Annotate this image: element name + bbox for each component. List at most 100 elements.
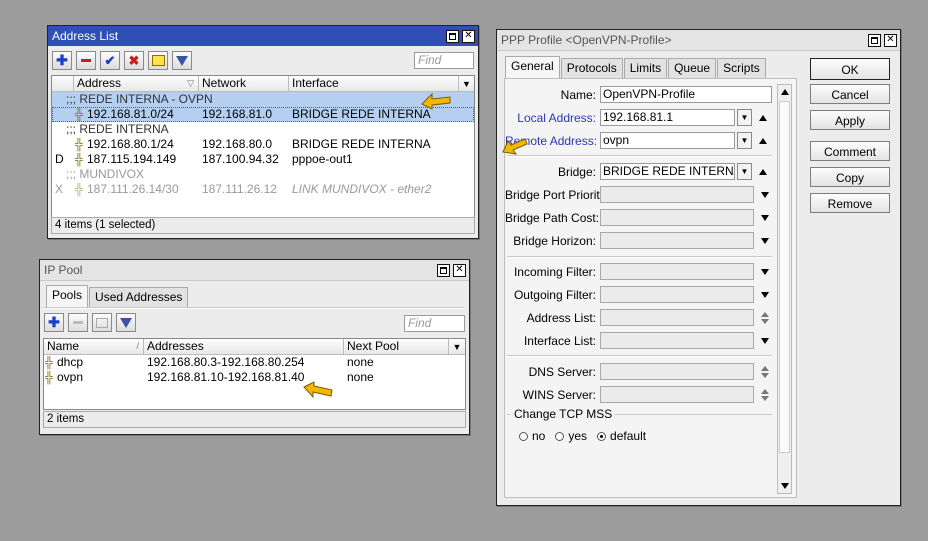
collapse-icon[interactable]: [759, 114, 767, 121]
address-list-row: Address List:: [505, 309, 769, 326]
close-button[interactable]: ✕: [462, 29, 475, 43]
note-icon: [151, 55, 165, 66]
up-down-icon[interactable]: [761, 365, 769, 378]
table-row[interactable]: D ╬ 187.115.194.149 187.100.94.32 pppoe-o…: [52, 152, 474, 167]
tcp-mss-no-radio[interactable]: no: [519, 429, 545, 443]
disable-button[interactable]: ✖: [124, 51, 144, 70]
add-button[interactable]: ✚: [52, 51, 72, 70]
find-input[interactable]: Find: [404, 315, 465, 332]
dns-server-field[interactable]: [600, 363, 754, 380]
tcp-mss-default-radio[interactable]: default: [597, 429, 646, 443]
expand-icon[interactable]: [761, 291, 769, 298]
bridge-horizon-field[interactable]: [600, 232, 754, 249]
scroll-thumb[interactable]: [779, 101, 790, 453]
column-network[interactable]: Network: [199, 76, 289, 91]
apply-button[interactable]: Apply: [810, 110, 890, 130]
tab-protocols[interactable]: Protocols: [560, 58, 623, 78]
maximize-button[interactable]: [437, 263, 450, 277]
dns-server-label: DNS Server:: [528, 364, 596, 379]
remove-button[interactable]: [68, 313, 88, 332]
tab-pools[interactable]: Pools: [46, 285, 89, 307]
comment-button[interactable]: Comment: [810, 141, 890, 161]
maximize-button[interactable]: [868, 33, 881, 47]
bridge-field[interactable]: BRIDGE REDE INTERNA: [600, 163, 735, 180]
chevron-down-icon: ▼: [740, 113, 749, 122]
up-down-icon[interactable]: [761, 311, 769, 324]
column-name[interactable]: Name /: [44, 339, 144, 354]
comment-button[interactable]: [148, 51, 168, 70]
copy-button[interactable]: Copy: [810, 167, 890, 187]
address-list-titlebar[interactable]: Address List ✕: [48, 26, 478, 46]
name-field[interactable]: OpenVPN-Profile: [600, 86, 772, 103]
collapse-icon[interactable]: [759, 168, 767, 175]
table-row[interactable]: X ╬ 187.111.26.14/30 187.111.26.12 LINK M…: [52, 182, 474, 197]
address-list-label: Address List:: [526, 310, 596, 325]
form-scrollbar[interactable]: [777, 84, 792, 494]
column-chooser[interactable]: ▼: [459, 76, 474, 91]
bridge-port-priority-row: Bridge Port Priority:: [505, 186, 769, 203]
remove-button[interactable]: [76, 51, 96, 70]
table-row[interactable]: ╬ 192.168.81.0/24 192.168.81.0 BRIDGE RED…: [52, 107, 474, 122]
column-next-pool[interactable]: Next Pool: [344, 339, 449, 354]
tab-scripts[interactable]: Scripts: [717, 58, 766, 78]
table-row[interactable]: ╬ 192.168.80.1/24 192.168.80.0 BRIDGE RED…: [52, 137, 474, 152]
column-label: Network: [202, 76, 247, 90]
wins-server-field[interactable]: [600, 386, 754, 403]
local-address-label[interactable]: Local Address:: [505, 111, 600, 125]
column-chooser[interactable]: ▼: [449, 339, 465, 354]
expand-icon[interactable]: [761, 191, 769, 198]
copy-button[interactable]: [92, 313, 112, 332]
close-button[interactable]: ✕: [884, 33, 897, 47]
ip-pool-titlebar[interactable]: IP Pool ✕: [40, 260, 469, 281]
tab-queue[interactable]: Queue: [668, 58, 717, 78]
expand-icon[interactable]: [761, 268, 769, 275]
bridge-dropdown[interactable]: ▼: [737, 163, 752, 180]
table-row[interactable]: ╬ dhcp 192.168.80.3-192.168.80.254 none: [44, 355, 465, 370]
remote-address-dropdown[interactable]: ▼: [737, 132, 752, 149]
table-row[interactable]: ╬ ovpn 192.168.81.10-192.168.81.40 none: [44, 370, 465, 385]
pointer-arrow-icon: [421, 92, 451, 110]
collapse-icon[interactable]: [759, 137, 767, 144]
table-row[interactable]: ;;; MUNDIVOX: [52, 167, 474, 182]
enable-button[interactable]: ✔: [100, 51, 120, 70]
tab-general[interactable]: General: [505, 56, 560, 78]
bridge-port-priority-field[interactable]: [600, 186, 754, 203]
bridge-row: Bridge: BRIDGE REDE INTERNA ▼: [505, 163, 767, 180]
ok-button[interactable]: OK: [810, 58, 890, 80]
remote-address-field[interactable]: ovpn: [600, 132, 735, 149]
expand-icon[interactable]: [761, 237, 769, 244]
table-row[interactable]: ;;; REDE INTERNA: [52, 122, 474, 137]
expand-icon[interactable]: [761, 337, 769, 344]
maximize-icon: [449, 32, 456, 40]
maximize-button[interactable]: [446, 29, 459, 43]
scroll-down-icon[interactable]: [781, 483, 789, 489]
find-input[interactable]: Find: [414, 52, 474, 69]
address-list-field[interactable]: [600, 309, 754, 326]
expand-icon[interactable]: [761, 214, 769, 221]
row-flag: [52, 107, 74, 122]
column-interface[interactable]: Interface: [289, 76, 459, 91]
cancel-button[interactable]: Cancel: [810, 84, 890, 104]
tcp-mss-yes-radio[interactable]: yes: [555, 429, 587, 443]
add-button[interactable]: ✚: [44, 313, 64, 332]
local-address-dropdown[interactable]: ▼: [737, 109, 752, 126]
remove-button[interactable]: Remove: [810, 193, 890, 213]
scroll-up-icon[interactable]: [781, 89, 789, 95]
local-address-field[interactable]: 192.168.81.1: [600, 109, 735, 126]
column-flag[interactable]: [52, 76, 74, 91]
table-row[interactable]: ;;; REDE INTERNA - OVPN: [52, 92, 474, 107]
outgoing-filter-field[interactable]: [600, 286, 754, 303]
incoming-filter-label: Incoming Filter:: [513, 264, 596, 279]
interface-list-field[interactable]: [600, 332, 754, 349]
tab-used-addresses[interactable]: Used Addresses: [89, 287, 189, 307]
ppp-profile-titlebar[interactable]: PPP Profile <OpenVPN-Profile> ✕: [497, 30, 900, 51]
incoming-filter-field[interactable]: [600, 263, 754, 280]
up-down-icon[interactable]: [761, 388, 769, 401]
filter-button[interactable]: [116, 313, 136, 332]
column-addresses[interactable]: Addresses: [144, 339, 344, 354]
column-address[interactable]: Address ▽: [74, 76, 199, 91]
filter-button[interactable]: [172, 51, 192, 70]
bridge-path-cost-field[interactable]: [600, 209, 754, 226]
close-button[interactable]: ✕: [453, 263, 466, 277]
tab-limits[interactable]: Limits: [623, 58, 668, 78]
